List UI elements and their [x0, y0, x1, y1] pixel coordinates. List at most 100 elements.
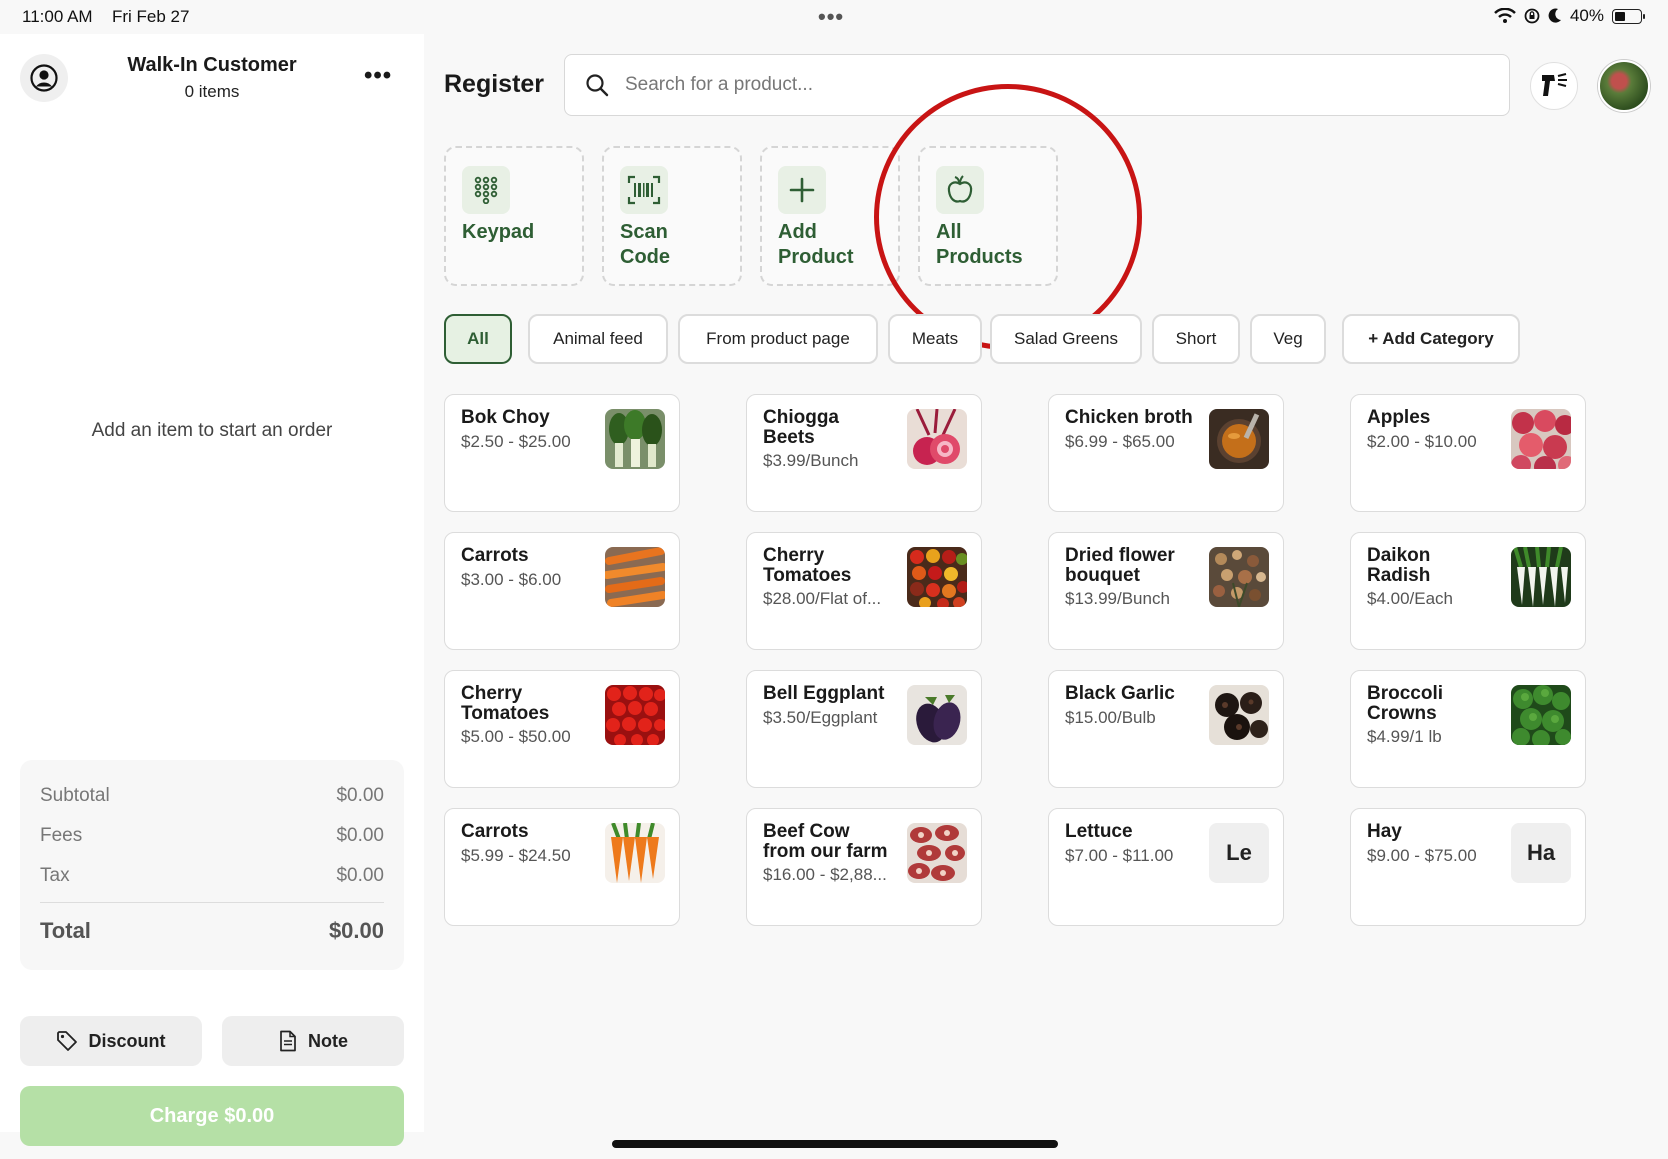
product-name-line: Cherry	[763, 545, 825, 566]
product-name-line: Chiogga	[763, 407, 839, 428]
note-icon	[280, 1030, 296, 1052]
product-card[interactable]: Apples $2.00 - $10.00	[1350, 394, 1586, 512]
product-name: Bell Eggplant	[763, 684, 908, 704]
product-name: Chicken broth	[1065, 408, 1210, 428]
search-bar[interactable]	[564, 54, 1510, 116]
product-card[interactable]: Cherry Tomatoes $5.00 - $50.00	[444, 670, 680, 788]
category-chip-meats[interactable]: Meats	[888, 314, 982, 364]
category-chip-salad-greens[interactable]: Salad Greens	[990, 314, 1142, 364]
product-card[interactable]: Bok Choy $2.50 - $25.00	[444, 394, 680, 512]
multitask-dots-icon[interactable]: •••	[818, 4, 844, 30]
add-category-button[interactable]: + Add Category	[1342, 314, 1520, 364]
product-card[interactable]: Carrots $3.00 - $6.00	[444, 532, 680, 650]
product-image	[1511, 685, 1571, 745]
product-name-line: Cherry	[461, 683, 523, 704]
status-bar: 11:00 AM Fri Feb 27 ••• 40%	[0, 0, 1668, 34]
product-card[interactable]: Beef Cow from our farm $16.00 - $2,88...	[746, 808, 982, 926]
product-name: Cherry Tomatoes	[461, 684, 606, 724]
product-name: Carrots	[461, 822, 606, 842]
product-card[interactable]: Cherry Tomatoes $28.00/Flat of...	[746, 532, 982, 650]
product-name: Chiogga Beets	[763, 408, 908, 448]
product-price: $5.00 - $50.00	[461, 727, 571, 746]
category-chip-from-product-page[interactable]: From product page	[678, 314, 878, 364]
category-chip-animal-feed[interactable]: Animal feed	[528, 314, 668, 364]
barcode-icon	[620, 166, 668, 214]
scanner-button[interactable]	[1530, 62, 1578, 110]
product-price: $3.99/Bunch	[763, 451, 859, 470]
product-name-line: Tomatoes	[763, 565, 852, 586]
note-label: Note	[308, 1030, 348, 1051]
product-name: Cherry Tomatoes	[763, 546, 908, 586]
product-name-line: Apples	[1367, 407, 1431, 428]
product-name-line: Crowns	[1367, 703, 1437, 724]
subtotal-label: Subtotal	[40, 785, 110, 806]
scan-code-label: Scan Code	[620, 221, 670, 268]
status-right: 40%	[1494, 6, 1645, 26]
category-chip-short[interactable]: Short	[1152, 314, 1240, 364]
product-price: $2.50 - $25.00	[461, 432, 571, 451]
tax-row: Tax $0.00	[40, 856, 384, 896]
home-indicator[interactable]	[612, 1140, 1058, 1148]
customer-item-count: 0 items	[184, 82, 240, 101]
product-card[interactable]: Hay $9.00 - $75.00 Ha	[1350, 808, 1586, 926]
product-card[interactable]: Black Garlic $15.00/Bulb	[1048, 670, 1284, 788]
total-row: Total $0.00	[40, 911, 384, 951]
product-image	[1209, 685, 1269, 745]
search-input[interactable]	[625, 74, 1485, 96]
product-name: Apples	[1367, 408, 1512, 428]
product-card[interactable]: Dried flower bouquet $13.99/Bunch	[1048, 532, 1284, 650]
product-name-line: Bok Choy	[461, 407, 550, 428]
order-panel: Walk-In Customer 0 items ••• Add an item…	[0, 34, 424, 1146]
product-price: $15.00/Bulb	[1065, 708, 1156, 727]
product-image	[605, 409, 665, 469]
product-image	[1209, 409, 1269, 469]
product-card[interactable]: Chicken broth $6.99 - $65.00	[1048, 394, 1284, 512]
product-card[interactable]: Chiogga Beets $3.99/Bunch	[746, 394, 982, 512]
plus-icon	[778, 166, 826, 214]
product-price: $13.99/Bunch	[1065, 589, 1170, 608]
product-image	[1209, 547, 1269, 607]
product-name: Bok Choy	[461, 408, 606, 428]
wifi-icon	[1494, 8, 1516, 23]
keypad-icon	[462, 166, 510, 214]
product-image	[907, 823, 967, 883]
more-options-icon[interactable]: •••	[364, 62, 392, 90]
discount-button[interactable]: Discount	[20, 1016, 202, 1066]
tag-icon	[57, 1031, 78, 1051]
product-card[interactable]: Carrots $5.99 - $24.50	[444, 808, 680, 926]
moon-icon	[1548, 8, 1561, 23]
product-name-line: Dried flower	[1065, 545, 1175, 566]
product-card[interactable]: Daikon Radish $4.00/Each	[1350, 532, 1586, 650]
product-name-line: Bell Eggplant	[763, 683, 885, 704]
product-price: $28.00/Flat of...	[763, 589, 882, 608]
all-products-tile[interactable]: All Products	[918, 146, 1058, 286]
fees-label: Fees	[40, 825, 83, 846]
user-avatar[interactable]	[1598, 60, 1650, 112]
add-product-tile[interactable]: Add Product	[760, 146, 900, 286]
product-price: $2.00 - $10.00	[1367, 432, 1477, 451]
product-price: $3.00 - $6.00	[461, 570, 562, 589]
product-image	[1511, 409, 1571, 469]
category-chip-veg[interactable]: Veg	[1250, 314, 1326, 364]
product-card[interactable]: Lettuce $7.00 - $11.00 Le	[1048, 808, 1284, 926]
product-price: $4.00/Each	[1367, 589, 1454, 608]
product-name-line: Broccoli	[1367, 683, 1444, 704]
product-price: $4.99/1 lb	[1367, 727, 1442, 746]
search-icon	[586, 74, 609, 97]
keypad-tile[interactable]: Keypad	[444, 146, 584, 286]
product-name: Dried flower bouquet	[1065, 546, 1210, 586]
keypad-label: Keypad	[462, 221, 535, 243]
product-card[interactable]: Bell Eggplant $3.50/Eggplant	[746, 670, 982, 788]
product-price: $16.00 - $2,88...	[763, 865, 887, 884]
product-card[interactable]: Broccoli Crowns $4.99/1 lb	[1350, 670, 1586, 788]
scan-code-tile[interactable]: Scan Code	[602, 146, 742, 286]
totals-box: Subtotal $0.00 Fees $0.00 Tax $0.00 Tota…	[20, 760, 404, 970]
note-button[interactable]: Note	[222, 1016, 404, 1066]
customer-name[interactable]: Walk-In Customer	[0, 54, 424, 77]
tax-label: Tax	[40, 865, 70, 886]
category-chip-all[interactable]: All	[444, 314, 512, 364]
charge-button[interactable]: Charge $0.00	[20, 1086, 404, 1146]
product-name-line: Hay	[1367, 821, 1402, 842]
product-image	[605, 823, 665, 883]
product-image	[907, 547, 967, 607]
